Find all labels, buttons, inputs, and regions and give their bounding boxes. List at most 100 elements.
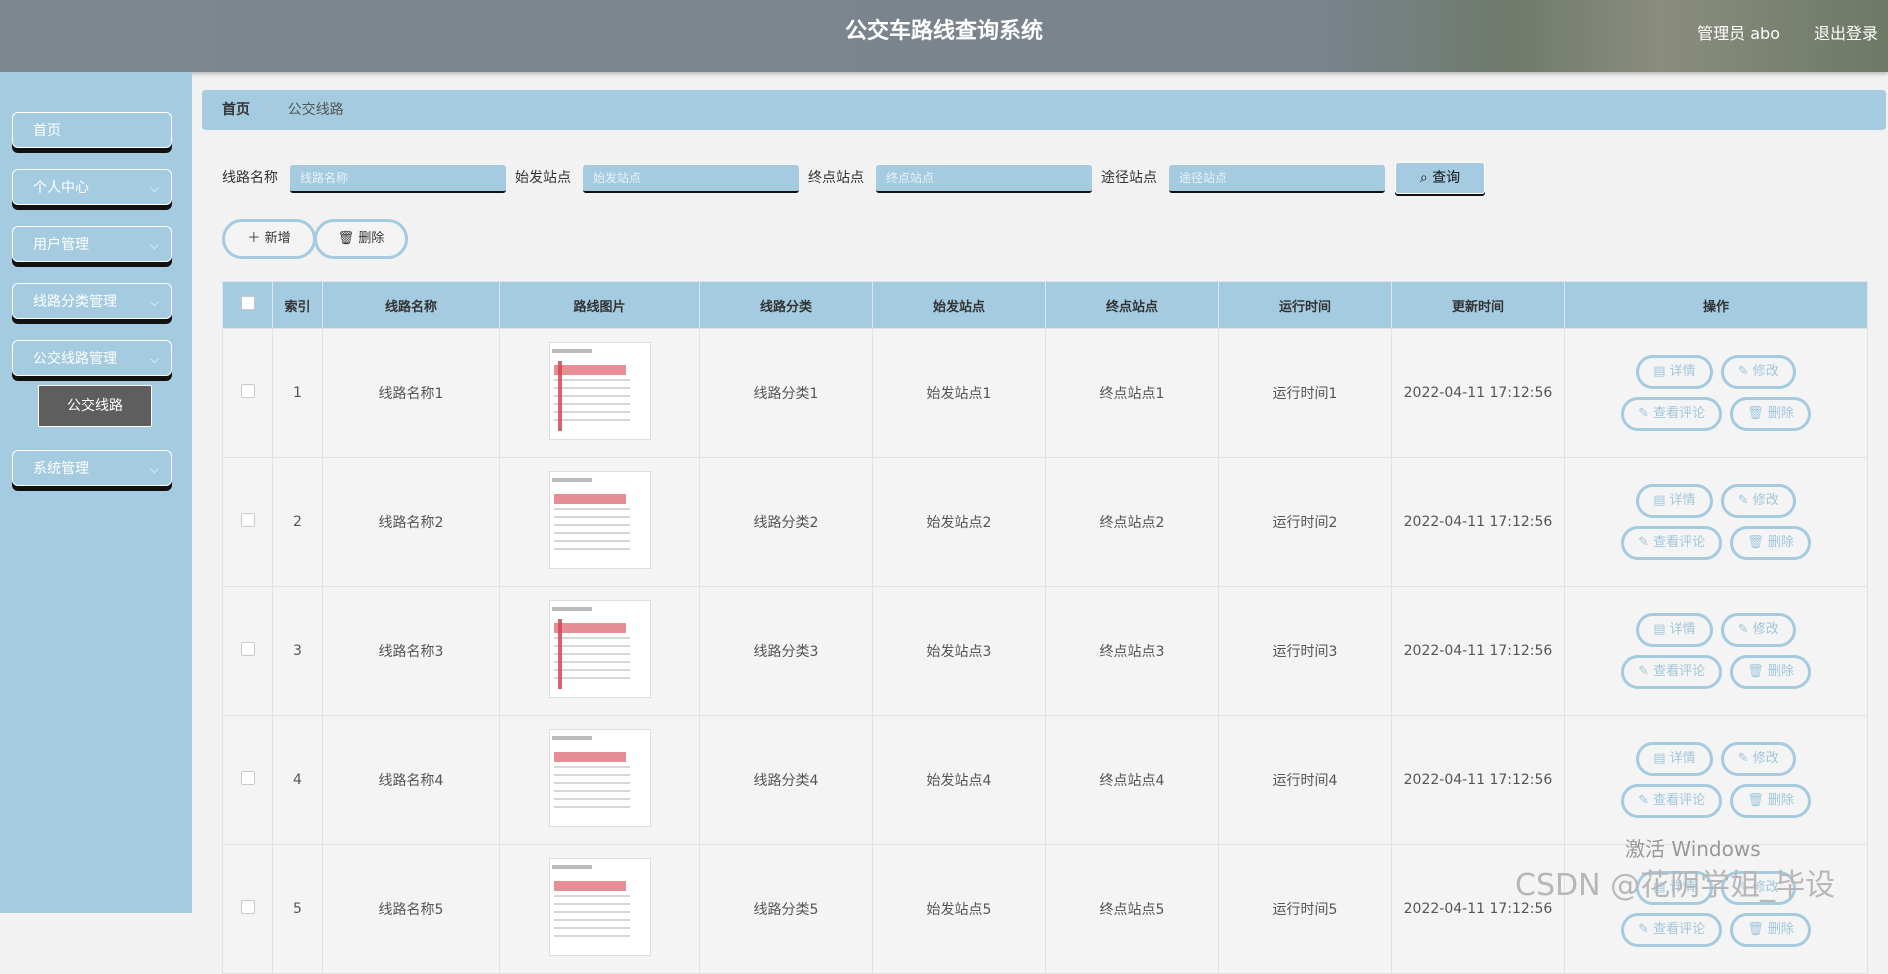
cell-updated: 2022-04-11 17:12:56 [1391,715,1565,845]
cell-index: 2 [272,457,323,587]
batch-delete-button[interactable]: 🗑 删除 [314,219,408,259]
via-station-input[interactable] [1169,165,1385,193]
chevron-down-icon: ⌵ [149,295,159,309]
cell-category: 线路分类5 [699,844,873,974]
detail-button[interactable]: ▤ 详情 [1636,613,1713,647]
windows-activation-watermark: 激活 Windows [1625,837,1761,861]
sidebar-item-personal-center[interactable]: 个人中心 ⌵ [12,169,172,205]
breadcrumb-home[interactable]: 首页 [222,102,250,118]
start-station-input[interactable] [583,165,799,193]
app-title: 公交车路线查询系统 [844,19,1043,44]
view-comments-button[interactable]: ✎ 查看评论 [1621,397,1723,431]
row-delete-button[interactable]: 🗑 删除 [1730,784,1811,818]
col-header-start: 始发站点 [872,281,1046,329]
row-checkbox[interactable] [240,513,255,527]
cell-route-image [499,457,700,587]
sidebar-item-user-management[interactable]: 用户管理 ⌵ [12,226,172,262]
sidebar-item-home[interactable]: 首页 [12,112,172,148]
breadcrumb-current: 公交线路 [287,102,344,118]
cell-runtime: 运行时间1 [1218,328,1392,458]
edit-button[interactable]: ✎ 修改 [1720,613,1796,647]
view-comments-button[interactable]: ✎ 查看评论 [1621,913,1723,947]
edit-button[interactable]: ✎ 修改 [1720,484,1796,518]
row-delete-button[interactable]: 🗑 删除 [1730,913,1811,947]
cell-route-image [499,586,700,716]
end-station-input[interactable] [876,165,1092,193]
pencil-icon: ✎ [1737,751,1749,766]
edit-label: 修改 [1752,364,1779,379]
detail-button[interactable]: ▤ 详情 [1636,484,1713,518]
chevron-down-icon: ⌵ [149,462,159,476]
add-button[interactable]: ＋ 新增 [222,219,316,259]
cell-runtime: 运行时间5 [1218,844,1392,974]
row-delete-button[interactable]: 🗑 删除 [1730,526,1811,560]
row-checkbox[interactable] [240,771,255,785]
view-comments-label: 查看评论 [1653,535,1706,550]
cell-index: 1 [272,328,323,458]
cell-actions: ▤ 详情 ✎ 修改 ✎ 查看评论 🗑 删除 [1564,715,1868,845]
row-select-cell[interactable] [222,457,273,587]
document-icon: ▤ [1653,751,1666,766]
col-header-end: 终点站点 [1045,281,1219,329]
sidebar-item-label: 公交线路管理 [33,351,117,367]
cell-updated: 2022-04-11 17:12:56 [1391,457,1565,587]
logout-link[interactable]: 退出登录 [1814,20,1878,44]
chevron-down-icon: ⌵ [149,238,159,252]
row-checkbox[interactable] [240,384,255,398]
trash-icon: 🗑 [337,231,355,246]
view-comments-button[interactable]: ✎ 查看评论 [1621,526,1723,560]
detail-button[interactable]: ▤ 详情 [1636,355,1713,389]
row-select-cell[interactable] [222,586,273,716]
cell-route-image [499,328,700,458]
cell-index: 4 [272,715,323,845]
view-comments-label: 查看评论 [1653,406,1706,421]
edit-button[interactable]: ✎ 修改 [1720,742,1796,776]
cell-index: 3 [272,586,323,716]
query-button[interactable]: ⌕ 查询 [1395,162,1485,194]
detail-button[interactable]: ▤ 详情 [1636,742,1713,776]
route-map-image [548,858,651,956]
row-delete-button[interactable]: 🗑 删除 [1730,655,1811,689]
row-checkbox[interactable] [240,900,255,914]
col-header-runtime: 运行时间 [1218,281,1392,329]
row-checkbox[interactable] [240,642,255,656]
detail-label: 详情 [1669,493,1696,508]
pencil-icon: ✎ [1638,664,1650,679]
cell-updated: 2022-04-11 17:12:56 [1391,328,1565,458]
sidebar-item-bus-route-management[interactable]: 公交线路管理 ⌵ [12,340,172,376]
route-map-image [548,471,651,569]
document-icon: ▤ [1653,493,1666,508]
sidebar-item-system-management[interactable]: 系统管理 ⌵ [12,450,172,486]
edit-label: 修改 [1752,751,1779,766]
cell-route-name: 线路名称3 [322,586,500,716]
row-select-cell[interactable] [222,844,273,974]
trash-icon: 🗑 [1747,793,1764,808]
select-all-cell[interactable] [222,281,273,329]
sidebar-subitem-bus-routes[interactable]: 公交线路 [38,385,152,427]
cell-end: 终点站点5 [1045,844,1219,974]
edit-button[interactable]: ✎ 修改 [1720,355,1796,389]
route-name-input[interactable] [290,165,506,193]
col-header-route-name: 线路名称 [322,281,500,329]
view-comments-button[interactable]: ✎ 查看评论 [1621,655,1723,689]
row-delete-button[interactable]: 🗑 删除 [1730,397,1811,431]
view-comments-button[interactable]: ✎ 查看评论 [1621,784,1723,818]
document-icon: ▤ [1653,622,1666,637]
select-all-checkbox[interactable] [240,296,255,310]
detail-label: 详情 [1669,622,1696,637]
sidebar-item-route-category[interactable]: 线路分类管理 ⌵ [12,283,172,319]
start-station-label: 始发站点 [515,170,571,186]
col-header-index: 索引 [272,281,323,329]
row-select-cell[interactable] [222,328,273,458]
table-row: 2 线路名称2 线路分类2 始发站点2 终点站点2 运行时间2 2022-04-… [222,457,1868,587]
cell-runtime: 运行时间4 [1218,715,1392,845]
cell-start: 始发站点3 [872,586,1046,716]
cell-actions: ▤ 详情 ✎ 修改 ✎ 查看评论 🗑 删除 [1564,457,1868,587]
row-select-cell[interactable] [222,715,273,845]
batch-delete-label: 删除 [358,231,385,246]
trash-icon: 🗑 [1747,664,1764,679]
row-delete-label: 删除 [1767,535,1794,550]
cell-end: 终点站点3 [1045,586,1219,716]
add-button-label: 新增 [264,231,291,246]
cell-route-name: 线路名称2 [322,457,500,587]
